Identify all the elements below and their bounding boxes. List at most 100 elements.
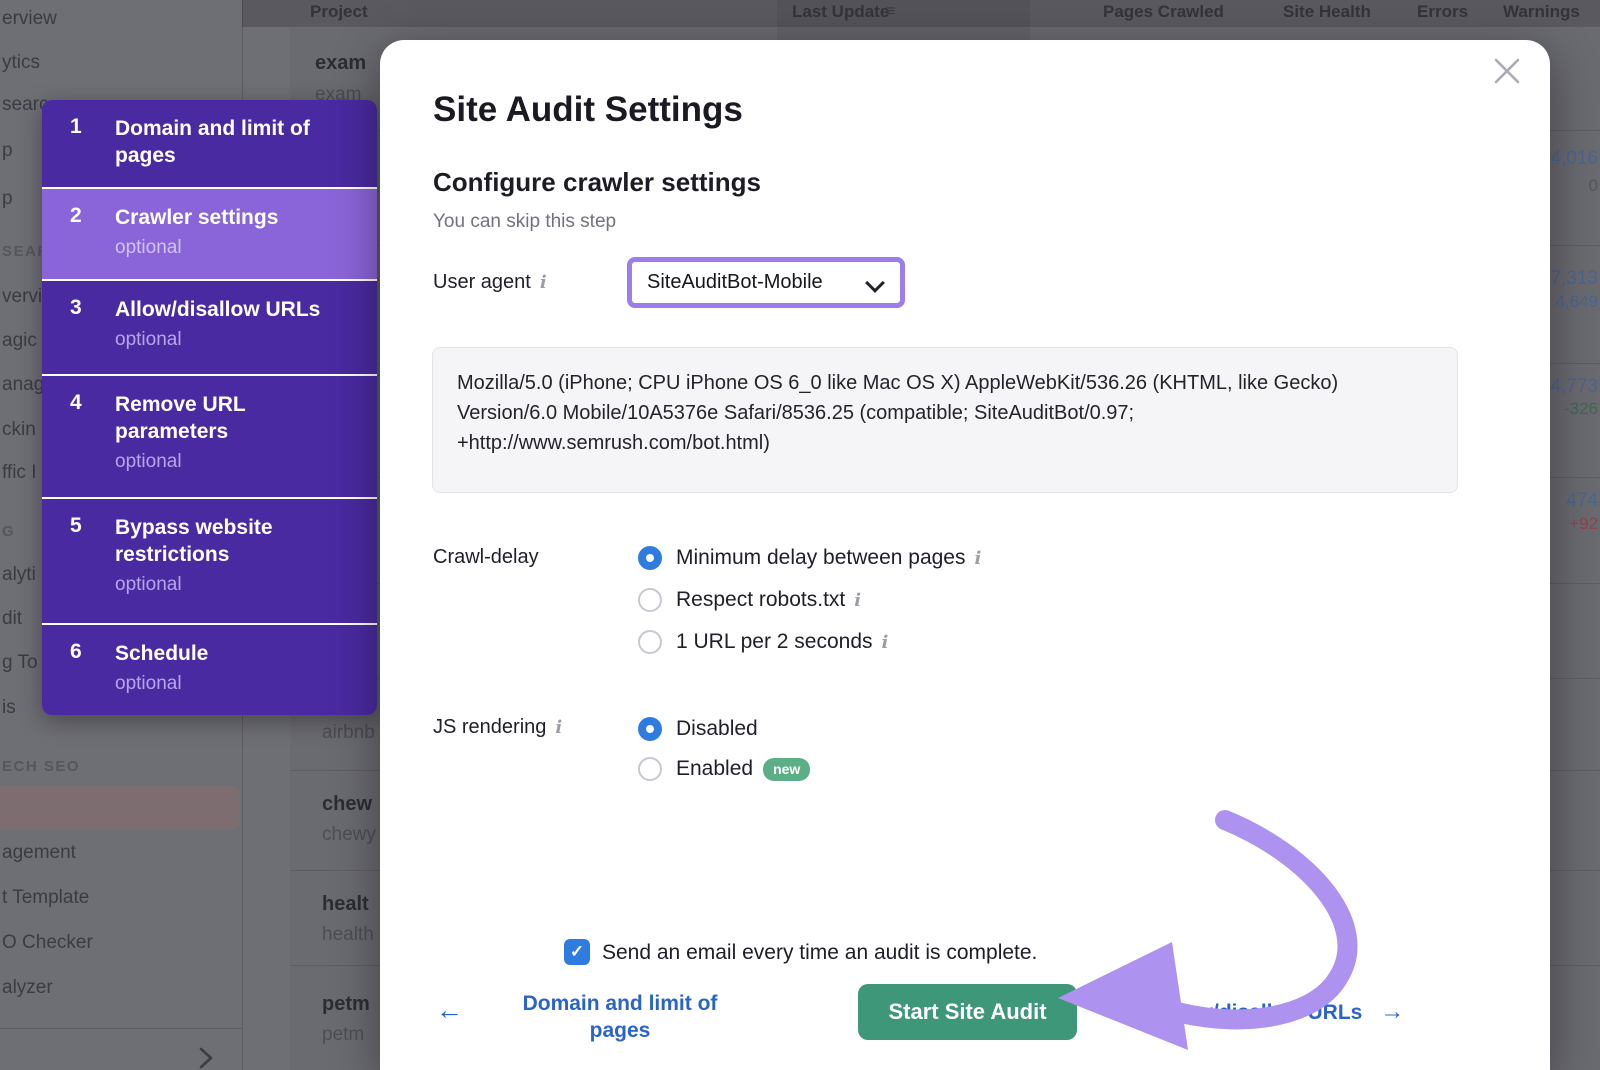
radio-js-disabled[interactable]: Disabled xyxy=(638,716,758,742)
info-icon[interactable]: i xyxy=(882,632,889,653)
radio-js-enabled[interactable]: Enabled new xyxy=(638,756,810,782)
radio-url-per-seconds[interactable]: 1 URL per 2 seconds i xyxy=(638,629,888,655)
metric-delta: 4,649 xyxy=(1555,292,1598,312)
radio-label: Enabled xyxy=(676,757,753,781)
sidebar-item[interactable]: ytics xyxy=(2,52,40,74)
project-domain: petm xyxy=(322,1024,364,1046)
project-domain: airbnb xyxy=(322,722,375,744)
radio-icon xyxy=(638,630,662,654)
start-site-audit-button[interactable]: Start Site Audit xyxy=(858,984,1077,1040)
user-agent-label: User agent xyxy=(433,271,531,294)
sidebar-item[interactable]: ffic I xyxy=(2,462,37,484)
project-name: chew xyxy=(322,793,372,816)
sidebar-item[interactable]: ckin xyxy=(2,419,36,441)
sidebar-section-label: ECH SEO xyxy=(2,758,80,775)
sidebar-item[interactable]: p xyxy=(2,140,13,162)
project-domain: chewy xyxy=(322,824,376,846)
project-domain: health xyxy=(322,924,374,946)
column-project: Project xyxy=(310,2,368,22)
back-step-link[interactable]: Domain and limit of pages xyxy=(500,990,740,1044)
email-optin-checkbox[interactable]: ✓ xyxy=(564,939,590,965)
step-title: Remove URL parameters xyxy=(115,391,330,445)
next-step-link[interactable]: Allow/disallow URLs → xyxy=(1157,998,1404,1026)
column-warnings: Warnings xyxy=(1503,2,1580,22)
project-name: petm xyxy=(322,993,370,1016)
sidebar-item[interactable]: agement xyxy=(2,842,76,864)
step-number: 1 xyxy=(70,115,82,139)
wizard-stepper: 1 Domain and limit of pages 2 Crawler se… xyxy=(42,100,377,715)
metric-delta: -326 xyxy=(1564,399,1598,419)
email-optin-label: Send an email every time an audit is com… xyxy=(602,941,1037,965)
checkbox-check-icon: ✓ xyxy=(570,942,584,962)
back-arrow-icon[interactable]: ← xyxy=(436,995,463,1026)
radio-label: Respect robots.txt xyxy=(676,588,845,612)
step-number: 2 xyxy=(70,204,82,228)
step-number: 3 xyxy=(70,296,82,320)
sidebar-item[interactable]: O Checker xyxy=(2,932,93,954)
next-step-label: Allow/disallow URLs xyxy=(1157,1001,1362,1024)
radio-selected-icon xyxy=(638,546,662,570)
radio-respect-robots[interactable]: Respect robots.txt i xyxy=(638,587,861,613)
step-title: Domain and limit of pages xyxy=(115,115,330,169)
sidebar-item[interactable]: agic xyxy=(2,330,37,352)
close-icon[interactable] xyxy=(1483,47,1531,95)
sidebar-item[interactable]: dit xyxy=(2,608,22,630)
step-title: Bypass website restrictions xyxy=(115,514,330,568)
sidebar-collapse-chevron-icon[interactable] xyxy=(197,1046,215,1070)
skip-note: You can skip this step xyxy=(433,211,616,233)
info-icon[interactable]: i xyxy=(555,717,562,738)
sidebar-item[interactable]: alyzer xyxy=(2,977,53,999)
step-allow-disallow[interactable]: 3 Allow/disallow URLs optional xyxy=(42,281,377,376)
sidebar-item[interactable]: p xyxy=(2,188,13,210)
crawl-delay-label: Crawl-delay xyxy=(433,546,539,569)
column-errors: Errors xyxy=(1417,2,1468,22)
step-domain-and-limit[interactable]: 1 Domain and limit of pages xyxy=(42,100,377,189)
new-badge: new xyxy=(763,758,810,781)
step-number: 4 xyxy=(70,391,82,415)
step-title: Allow/disallow URLs xyxy=(115,296,330,323)
project-name: healt xyxy=(322,893,369,916)
info-icon[interactable]: i xyxy=(975,548,982,569)
metric-value: 7,313 xyxy=(1550,268,1598,290)
metric-value: 4,016 xyxy=(1550,148,1598,170)
metric-value: 4,773 xyxy=(1550,376,1598,398)
step-title: Crawler settings xyxy=(115,204,330,231)
sidebar-active-item[interactable] xyxy=(0,785,240,830)
column-site-health: Site Health xyxy=(1283,2,1371,22)
section-heading: Configure crawler settings xyxy=(433,167,761,198)
step-schedule[interactable]: 6 Schedule optional xyxy=(42,625,377,715)
sidebar-item[interactable]: vervi xyxy=(2,286,42,308)
radio-selected-icon xyxy=(638,717,662,741)
step-number: 5 xyxy=(70,514,82,538)
radio-icon xyxy=(638,757,662,781)
column-pages-crawled: Pages Crawled xyxy=(1103,2,1224,22)
js-rendering-label: JS rendering xyxy=(433,716,546,739)
metric-value: 474 xyxy=(1566,490,1598,512)
sidebar-item[interactable]: is xyxy=(2,697,16,719)
step-crawler-settings[interactable]: 2 Crawler settings optional xyxy=(42,189,377,281)
chevron-down-icon xyxy=(865,273,885,293)
sidebar-item[interactable]: alyti xyxy=(2,564,36,586)
sidebar-divider xyxy=(0,1028,242,1029)
screen: Project Last Update ≡ Pages Crawled Site… xyxy=(0,0,1600,1070)
sidebar-item[interactable]: t Template xyxy=(2,887,89,909)
step-optional-tag: optional xyxy=(115,236,335,260)
sidebar-item[interactable]: anag xyxy=(2,374,44,396)
step-remove-url-params[interactable]: 4 Remove URL parameters optional xyxy=(42,376,377,499)
user-agent-selected-value: SiteAuditBot-Mobile xyxy=(647,271,823,294)
metric-delta: 0 xyxy=(1589,176,1598,196)
step-bypass-restrictions[interactable]: 5 Bypass website restrictions optional xyxy=(42,499,377,625)
radio-icon xyxy=(638,588,662,612)
user-agent-select[interactable]: SiteAuditBot-Mobile xyxy=(627,257,905,308)
info-icon[interactable]: i xyxy=(854,590,861,611)
info-icon[interactable]: i xyxy=(540,272,547,293)
sort-icon: ≡ xyxy=(886,3,895,21)
radio-label: 1 URL per 2 seconds xyxy=(676,630,873,654)
radio-minimum-delay[interactable]: Minimum delay between pages i xyxy=(638,545,981,571)
step-number: 6 xyxy=(70,640,82,664)
modal-title: Site Audit Settings xyxy=(433,90,743,130)
step-title: Schedule xyxy=(115,640,330,667)
step-optional-tag: optional xyxy=(115,328,335,352)
sidebar-item[interactable]: g To xyxy=(2,652,38,674)
sidebar-item[interactable]: erview xyxy=(2,8,57,30)
